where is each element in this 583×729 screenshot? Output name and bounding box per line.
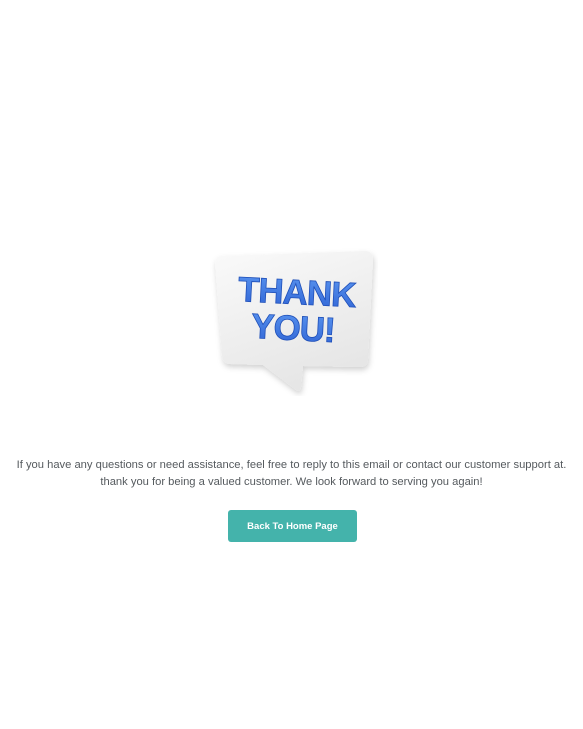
support-message: If you have any questions or need assist…	[0, 457, 583, 490]
back-to-home-button[interactable]: Back To Home Page	[228, 510, 357, 542]
support-message-line-1: If you have any questions or need assist…	[16, 459, 567, 471]
thank-you-page: THANK YOU! If you have any questions or …	[0, 0, 583, 729]
you-text: YOU!	[250, 307, 335, 350]
thank-you-bubble-illustration: THANK YOU!	[215, 251, 373, 391]
support-message-line-2: thank you for being a valued customer. W…	[100, 475, 483, 488]
